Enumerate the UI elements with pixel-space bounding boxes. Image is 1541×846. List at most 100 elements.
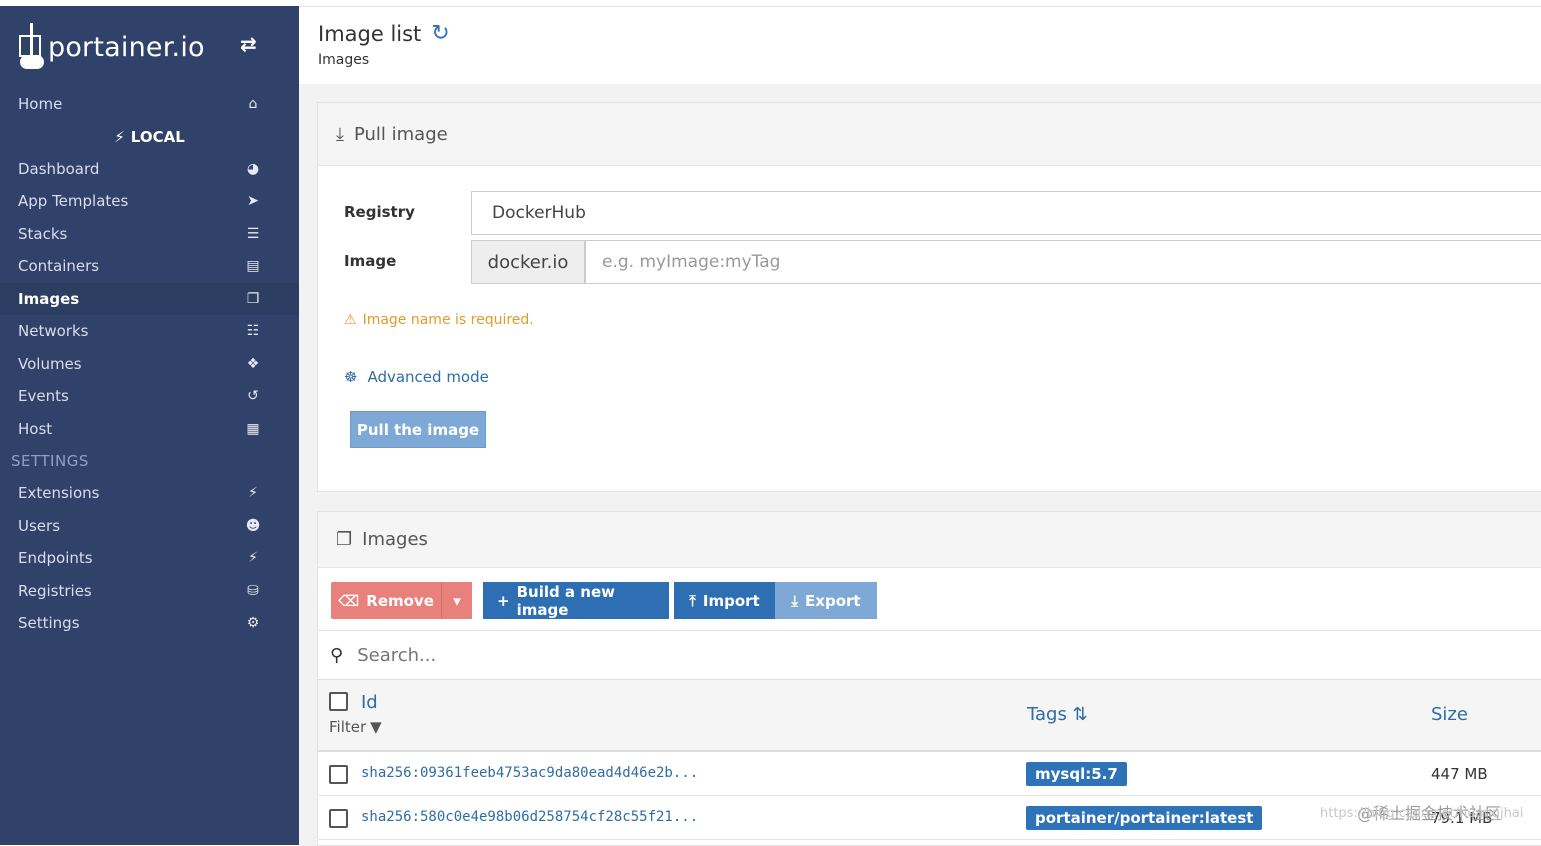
sidebar-item-app-templates[interactable]: App Templates ➤ xyxy=(0,185,299,218)
sidebar-item-stacks[interactable]: Stacks ☰ xyxy=(0,218,299,251)
registry-row: Registry DockerHub xyxy=(318,191,1541,235)
sidebar-item-dashboard[interactable]: Dashboard ◕ xyxy=(0,153,299,186)
users-icon: ☻ xyxy=(245,517,261,534)
sidebar-item-networks[interactable]: Networks ☷ xyxy=(0,315,299,348)
image-row: Image docker.io e.g. myImage:myTag xyxy=(318,240,1541,284)
registry-select[interactable]: DockerHub xyxy=(471,191,1541,235)
tachometer-icon: ◕ xyxy=(246,160,260,177)
sidebar-item-host[interactable]: Host ▦ xyxy=(0,413,299,446)
images-toolbar: ⌫ Remove ▾ + Build a new image ⤒ Import … xyxy=(331,582,877,619)
sidebar-item-volumes[interactable]: Volumes ❖ xyxy=(0,348,299,381)
build-label: Build a new image xyxy=(516,582,615,619)
portainer-logo-icon xyxy=(16,21,46,73)
sidebar-item-endpoints[interactable]: Endpoints ⚡ xyxy=(0,542,299,575)
column-id[interactable]: Id xyxy=(361,692,378,713)
brand[interactable]: portainer.io ⇄ xyxy=(0,6,299,88)
build-image-button[interactable]: + Build a new image xyxy=(483,582,669,619)
brand-name: portainer.io xyxy=(48,31,205,63)
remove-button[interactable]: ⌫ Remove xyxy=(331,582,441,619)
sidebar-item-containers[interactable]: Containers ▤ xyxy=(0,250,299,283)
advanced-mode-link[interactable]: ☸ Advanced mode xyxy=(344,368,489,386)
column-size[interactable]: Size xyxy=(1431,704,1468,725)
search-input[interactable] xyxy=(357,644,958,666)
image-tag-badge: portainer/portainer:latest xyxy=(1026,806,1263,830)
sidebar-item-label: Endpoints xyxy=(18,549,93,568)
export-label: Export xyxy=(805,591,861,610)
sidebar-item-label: Images xyxy=(18,289,80,308)
image-label: Image xyxy=(344,252,397,270)
pull-image-header: ⤓ Pull image xyxy=(318,103,1541,166)
sidebar-item-label: Networks xyxy=(18,322,89,341)
caret-down-icon: ▾ xyxy=(453,591,461,610)
filter-label: Filter xyxy=(329,718,367,736)
globe-icon: ☸ xyxy=(344,368,358,386)
clone-icon: ❐ xyxy=(336,529,353,550)
watermark-url: https://blog.csdn.net/huangjhai xyxy=(1320,806,1524,821)
panel-title: Pull image xyxy=(353,123,448,145)
import-label: Import xyxy=(702,591,760,610)
plus-icon: + xyxy=(497,591,510,610)
server-icon: ▤ xyxy=(246,258,260,275)
th-icon: ▦ xyxy=(246,420,260,437)
column-tags[interactable]: Tags ⇅ xyxy=(1027,704,1088,725)
trash-icon: ⌫ xyxy=(338,591,360,610)
column-label: Tags xyxy=(1027,704,1067,725)
content-area: ⤓ Pull image Registry DockerHub Image do… xyxy=(299,84,1541,846)
bolt-icon: ⚡ xyxy=(248,485,258,502)
page-title: Image list xyxy=(318,21,422,46)
sidebar-item-registries[interactable]: Registries ⛁ xyxy=(0,575,299,608)
image-id-link[interactable]: sha256:580c0e4e98b06d258754cf28c55f21... xyxy=(361,809,698,825)
breadcrumb: Images xyxy=(318,52,370,68)
sidebar-item-label: Host xyxy=(18,419,53,438)
remove-label: Remove xyxy=(366,591,434,610)
export-button[interactable]: ⤓ Export xyxy=(775,582,877,619)
filter-button[interactable]: Filter ▼ xyxy=(329,718,382,736)
warning-text: Image name is required. xyxy=(362,312,534,328)
sidebar-item-label: Events xyxy=(18,387,69,406)
search-bar: ⚲ xyxy=(318,630,1541,680)
row-checkbox[interactable] xyxy=(329,765,348,784)
sidebar-item-settings[interactable]: Settings ⚙ xyxy=(0,607,299,640)
remove-options-button[interactable]: ▾ xyxy=(441,582,472,619)
validation-warning: ⚠ Image name is required. xyxy=(344,312,534,328)
exchange-icon[interactable]: ⇄ xyxy=(240,32,257,56)
image-id-link[interactable]: sha256:09361feeb4753ac9da80ead4d46e2b... xyxy=(361,765,698,781)
download-icon: ⤓ xyxy=(791,591,799,610)
warning-icon: ⚠ xyxy=(344,312,357,328)
sidebar-item-label: Settings xyxy=(18,614,80,633)
sidebar-item-label: App Templates xyxy=(18,192,129,211)
th-list-icon: ☰ xyxy=(246,225,260,242)
import-button[interactable]: ⤒ Import xyxy=(674,582,775,619)
sidebar-item-label: Volumes xyxy=(18,354,82,373)
sidebar-item-label: Dashboard xyxy=(18,159,100,178)
sidebar-item-events[interactable]: Events ↺ xyxy=(0,380,299,413)
image-name-input[interactable]: e.g. myImage:myTag xyxy=(585,240,1541,284)
endpoint-local: ⚡ LOCAL xyxy=(0,121,299,153)
sidebar: portainer.io ⇄ Home ⌂ ⚡ LOCAL Dashboard … xyxy=(0,6,299,845)
plug-icon: ⚡ xyxy=(114,127,125,146)
sidebar-item-label: Extensions xyxy=(18,484,100,503)
sidebar-item-extensions[interactable]: Extensions ⚡ xyxy=(0,477,299,510)
pull-image-button[interactable]: Pull the image xyxy=(350,411,486,448)
search-icon: ⚲ xyxy=(330,644,344,666)
panel-title: Images xyxy=(362,529,428,550)
main-area: Image list ↻ Images ⤓ Pull image Registr… xyxy=(299,6,1541,846)
filter-icon: ▼ xyxy=(370,718,382,736)
select-all-checkbox[interactable] xyxy=(329,692,348,711)
rocket-icon: ➤ xyxy=(247,193,259,210)
image-size: 447 MB xyxy=(1431,765,1488,783)
download-icon: ⤓ xyxy=(336,123,344,145)
sidebar-item-users[interactable]: Users ☻ xyxy=(0,510,299,543)
registry-label: Registry xyxy=(344,203,415,221)
page-header: Image list ↻ Images xyxy=(299,7,1541,83)
sidebar-item-images[interactable]: Images ❐ xyxy=(0,282,299,315)
sitemap-icon: ☷ xyxy=(246,323,260,340)
sidebar-item-home[interactable]: Home ⌂ xyxy=(0,88,299,121)
row-checkbox[interactable] xyxy=(329,809,348,828)
table-header: Id Filter ▼ Tags ⇅ Size xyxy=(318,680,1541,752)
plug-icon: ⚡ xyxy=(248,550,258,567)
images-panel: ❐ Images ⌫ Remove ▾ + Build a new image … xyxy=(317,511,1541,846)
refresh-icon[interactable]: ↻ xyxy=(431,21,449,46)
clone-icon: ❐ xyxy=(246,290,260,307)
cogs-icon: ⚙ xyxy=(246,615,260,632)
